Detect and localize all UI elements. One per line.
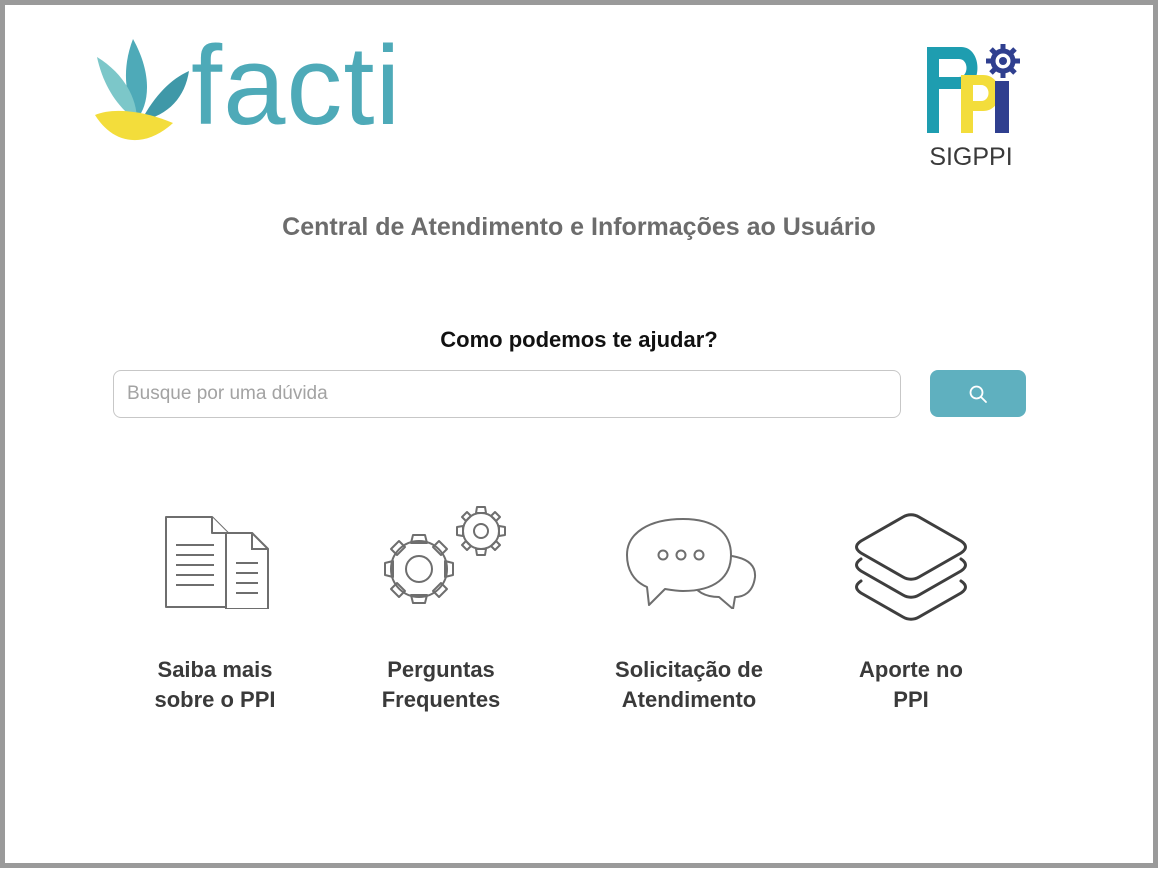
leaf-logo-icon [95, 39, 189, 141]
page-title: Central de Atendimento e Informações ao … [282, 213, 876, 241]
facti-logo: facti [93, 27, 423, 153]
card-label: Solicitação de Atendimento [615, 657, 763, 712]
card-perguntas-frequentes[interactable]: Perguntas Frequentes [341, 505, 541, 725]
card-label: Perguntas Frequentes [381, 657, 501, 712]
chat-bubbles-icon [626, 518, 757, 609]
help-options: Saiba mais sobre o PPI Perguntas Frequen… [5, 505, 1153, 725]
facti-wordmark: facti [191, 23, 402, 148]
layers-icon [855, 513, 967, 621]
page-frame: facti SIGPPI Central de Atendimento e In… [0, 0, 1158, 868]
ppi-gear-logo-icon [927, 44, 1020, 133]
card-solicitacao-atendimento[interactable]: Solicitação de Atendimento [589, 505, 789, 725]
documents-icon [165, 516, 269, 609]
card-saiba-mais[interactable]: Saiba mais sobre o PPI [115, 505, 315, 725]
card-label: Saiba mais sobre o PPI [154, 657, 276, 712]
gears-icon [384, 506, 506, 604]
search-input[interactable] [113, 370, 901, 418]
help-heading: Como podemos te ajudar? [440, 327, 718, 352]
card-label: Aporte no PPI [859, 657, 963, 712]
card-aporte-ppi[interactable]: Aporte no PPI [811, 505, 1011, 725]
search-button[interactable] [930, 370, 1026, 417]
search-icon [969, 385, 987, 403]
sigppi-logo: SIGPPI [917, 41, 1027, 181]
sigppi-label: SIGPPI [929, 143, 1013, 171]
